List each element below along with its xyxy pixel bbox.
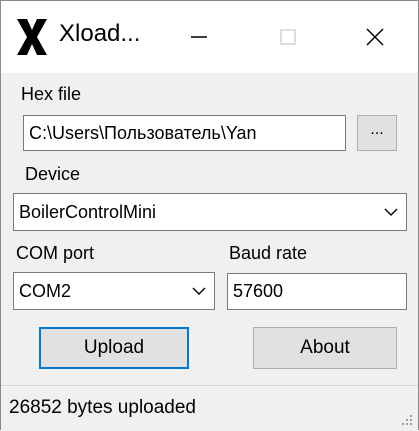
title-bar[interactable]: Xload... bbox=[1, 1, 418, 73]
minimize-icon bbox=[191, 36, 207, 38]
upload-button[interactable]: Upload bbox=[39, 327, 189, 369]
device-label: Device bbox=[25, 164, 81, 184]
device-selected: BoilerControlMini bbox=[19, 201, 157, 222]
hex-file-label: Hex file bbox=[21, 84, 82, 104]
status-bar: 26852 bytes uploaded bbox=[1, 385, 418, 431]
about-label: About bbox=[300, 337, 350, 358]
close-button[interactable] bbox=[345, 11, 405, 63]
browse-label: ... bbox=[370, 121, 384, 138]
xloader-window: Xload... Hex file C:\Users\Пользователь\… bbox=[0, 0, 419, 431]
device-select[interactable]: BoilerControlMini bbox=[13, 193, 407, 231]
minimize-button[interactable] bbox=[169, 11, 229, 63]
com-port-selected: COM2 bbox=[19, 280, 72, 301]
hex-file-value: C:\Users\Пользователь\Yan bbox=[29, 122, 257, 143]
upload-label: Upload bbox=[83, 337, 145, 358]
chevron-down-icon bbox=[192, 287, 206, 295]
maximize-icon bbox=[280, 29, 296, 45]
resize-grip-icon[interactable] bbox=[398, 411, 414, 427]
browse-button[interactable]: ... bbox=[357, 115, 397, 151]
about-button[interactable]: About bbox=[253, 327, 397, 369]
maximize-button[interactable] bbox=[258, 11, 318, 63]
status-text: 26852 bytes uploaded bbox=[9, 397, 196, 418]
baud-rate-value: 57600 bbox=[233, 281, 284, 301]
chevron-down-icon bbox=[384, 208, 398, 216]
hex-file-input[interactable]: C:\Users\Пользователь\Yan bbox=[23, 115, 346, 151]
close-icon bbox=[366, 28, 384, 46]
com-port-label: COM port bbox=[16, 243, 95, 263]
baud-rate-label: Baud rate bbox=[229, 243, 308, 263]
com-port-select[interactable]: COM2 bbox=[13, 272, 215, 310]
window-title: Xload... bbox=[59, 20, 141, 47]
x-logo-icon bbox=[17, 19, 47, 55]
baud-rate-input[interactable]: 57600 bbox=[227, 273, 407, 310]
